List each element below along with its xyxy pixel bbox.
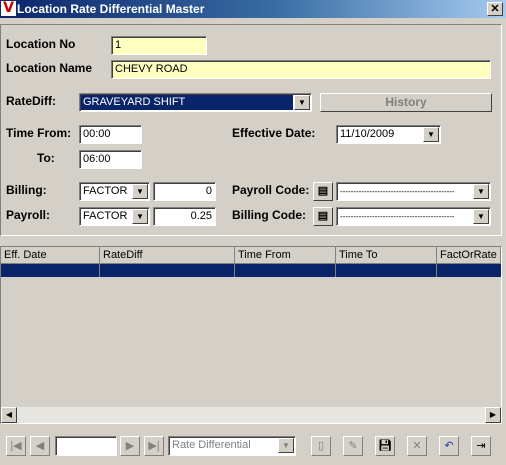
billing-type-value: FACTOR xyxy=(83,185,128,197)
payroll-label: Payroll: xyxy=(6,208,51,222)
prev-record-icon[interactable]: ◀ xyxy=(30,436,50,456)
billing-code-label: Billing Code: xyxy=(232,208,306,222)
navigator-toolbar: |◀ ◀ ▶ ▶| Rate Differential ▼ ▯ ✎ 💾︎ ✕ ↶… xyxy=(0,428,506,465)
time-from-label: Time From: xyxy=(6,126,72,140)
edit-record-icon[interactable]: ✎ xyxy=(343,436,363,456)
last-record-icon[interactable]: ▶| xyxy=(144,436,164,456)
time-from-field[interactable]: 00:00 xyxy=(79,125,142,144)
chevron-down-icon[interactable]: ▼ xyxy=(278,438,294,453)
chevron-down-icon[interactable]: ▼ xyxy=(132,209,148,224)
effective-date-label: Effective Date: xyxy=(232,126,316,140)
new-record-icon[interactable]: ▯ xyxy=(311,436,331,456)
payroll-type-select[interactable]: FACTOR ▼ xyxy=(79,207,150,226)
view-select[interactable]: Rate Differential ▼ xyxy=(168,436,296,456)
location-no-label: Location No xyxy=(6,37,76,51)
column-header-time-from[interactable]: Time From xyxy=(235,247,336,264)
scroll-left-icon[interactable]: ◀ xyxy=(1,407,17,423)
billing-code-select[interactable]: ----------------------------------------… xyxy=(336,207,491,226)
scroll-right-icon[interactable]: ▶ xyxy=(485,407,501,423)
notepad-icon: ▤ xyxy=(317,210,329,222)
horizontal-scrollbar[interactable]: ◀ ▶ xyxy=(1,407,501,423)
rate-diff-grid[interactable]: Eff. Date RateDiff Time From Time To Fac… xyxy=(0,246,502,424)
view-select-value: Rate Differential xyxy=(172,439,251,451)
payroll-value-field[interactable]: 0.25 xyxy=(153,207,216,226)
chevron-down-icon[interactable]: ▼ xyxy=(473,184,489,199)
column-header-eff-date[interactable]: Eff. Date xyxy=(1,247,100,264)
billing-value-field[interactable]: 0 xyxy=(153,182,216,201)
billing-type-select[interactable]: FACTOR ▼ xyxy=(79,182,150,201)
chevron-down-icon[interactable]: ▼ xyxy=(423,127,439,142)
billing-label: Billing: xyxy=(6,183,47,197)
ratediff-label: RateDiff: xyxy=(6,94,56,108)
payroll-code-label: Payroll Code: xyxy=(232,183,310,197)
chevron-down-icon[interactable]: ▼ xyxy=(294,95,310,110)
history-button[interactable]: History xyxy=(320,93,492,112)
payroll-type-value: FACTOR xyxy=(83,210,128,222)
location-no-field[interactable]: 1 xyxy=(111,36,207,55)
ratediff-select[interactable]: GRAVEYARD SHIFT ▼ xyxy=(79,93,312,112)
payroll-code-value: ----------------------------------------… xyxy=(340,187,455,196)
time-to-label: To: xyxy=(37,151,55,165)
location-name-field[interactable]: CHEVY ROAD xyxy=(111,60,491,79)
payroll-code-lookup-button[interactable]: ▤ xyxy=(313,182,333,201)
exit-icon[interactable]: ⇥ xyxy=(471,436,491,456)
next-record-icon[interactable]: ▶ xyxy=(120,436,140,456)
billing-code-value: ----------------------------------------… xyxy=(340,212,455,221)
save-icon[interactable]: 💾︎ xyxy=(375,436,395,456)
column-header-factorrate[interactable]: FactOrRate xyxy=(437,247,501,264)
undo-icon[interactable]: ↶ xyxy=(439,436,459,456)
table-row-selected[interactable] xyxy=(1,264,501,277)
close-button[interactable]: ✕ xyxy=(487,2,503,16)
app-logo-icon: V xyxy=(1,1,16,16)
effective-date-value: 11/10/2009 xyxy=(340,128,395,140)
delete-icon[interactable]: ✕ xyxy=(407,436,427,456)
window-title: Location Rate Differential Master xyxy=(17,2,205,16)
location-name-label: Location Name xyxy=(6,61,93,75)
column-header-time-to[interactable]: Time To xyxy=(336,247,437,264)
chevron-down-icon[interactable]: ▼ xyxy=(132,184,148,199)
first-record-icon[interactable]: |◀ xyxy=(6,436,26,456)
title-bar: V Location Rate Differential Master ✕ xyxy=(0,0,506,18)
time-to-field[interactable]: 06:00 xyxy=(79,150,142,169)
billing-code-lookup-button[interactable]: ▤ xyxy=(313,207,333,226)
chevron-down-icon[interactable]: ▼ xyxy=(473,209,489,224)
ratediff-selected-value: GRAVEYARD SHIFT xyxy=(81,95,293,110)
record-position-field[interactable] xyxy=(55,436,117,456)
column-header-ratediff[interactable]: RateDiff xyxy=(100,247,235,264)
notepad-icon: ▤ xyxy=(317,185,329,197)
payroll-code-select[interactable]: ----------------------------------------… xyxy=(336,182,491,201)
effective-date-field[interactable]: 11/10/2009 ▼ xyxy=(336,125,441,144)
